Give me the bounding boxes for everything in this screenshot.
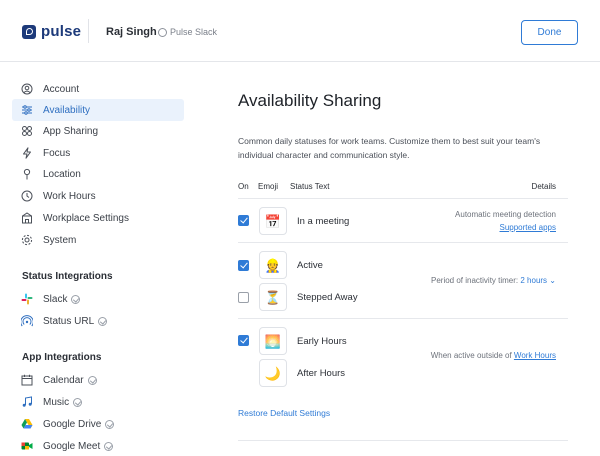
early-hours-status-text: Early Hours <box>297 336 347 347</box>
active-emoji-picker[interactable]: 👷 <box>259 251 287 279</box>
in-a-meeting-checkbox[interactable] <box>238 215 249 226</box>
workspace-label: Pulse Slack <box>158 27 217 37</box>
app-integrations-heading: App Integrations <box>22 352 102 363</box>
slack-icon <box>21 293 33 305</box>
section-divider <box>238 440 568 441</box>
meeting-detection-label: Automatic meeting detection <box>455 210 556 219</box>
page-title: Availability Sharing <box>238 91 382 110</box>
sidebar-item-label: Music <box>43 396 70 408</box>
in-a-meeting-status-text: In a meeting <box>297 216 350 227</box>
inactivity-timer-value: 2 hours <box>520 276 548 285</box>
pin-icon <box>21 168 33 180</box>
sidebar-item-label: Google Meet <box>43 440 101 452</box>
clock-icon <box>21 190 33 202</box>
availability-panel: Availability Sharing Common daily status… <box>238 62 578 456</box>
sidebar-item-location[interactable]: Location <box>12 163 184 185</box>
restore-defaults-link[interactable]: Restore Default Settings <box>238 408 330 418</box>
google-drive-icon <box>21 418 33 430</box>
row-divider <box>238 318 568 319</box>
sidebar-item-label: Location <box>43 168 81 180</box>
apps-icon <box>21 125 33 137</box>
sidebar-item-focus[interactable]: Focus <box>12 142 184 164</box>
sidebar-item-calendar[interactable]: Calendar <box>12 369 184 391</box>
sidebar-item-label: Work Hours <box>43 190 96 202</box>
connected-check-icon <box>87 375 97 385</box>
gear-icon <box>21 234 33 246</box>
top-header: pulse Raj Singh Pulse Slack Done <box>0 0 600 62</box>
page-description: Common daily statuses for work teams. Cu… <box>238 136 541 160</box>
stepped-away-status-text: Stepped Away <box>297 292 358 303</box>
sidebar-item-label: Slack <box>43 293 68 305</box>
connected-check-icon <box>105 419 115 429</box>
sidebar-item-label: Calendar <box>43 374 84 386</box>
building-icon <box>21 212 33 224</box>
pulse-logo-icon <box>22 24 36 39</box>
calendar-icon <box>21 374 33 386</box>
sidebar-item-label: System <box>43 234 77 246</box>
google-meet-icon <box>21 440 33 452</box>
inactivity-timer: Period of inactivity timer: 2 hours ⌄ <box>431 276 556 285</box>
connected-check-icon <box>73 397 83 407</box>
connected-check-icon <box>98 316 108 326</box>
column-details: Details <box>531 182 556 191</box>
workspace-icon <box>158 27 167 37</box>
sidebar-item-work-hours[interactable]: Work Hours <box>12 185 184 207</box>
sidebar-item-label: Account <box>43 83 80 95</box>
inactivity-timer-dropdown[interactable]: 2 hours ⌄ <box>520 276 556 285</box>
stepped-away-checkbox[interactable] <box>238 292 249 303</box>
workspace-name: Pulse Slack <box>170 27 218 37</box>
in-a-meeting-emoji-picker[interactable]: 📅 <box>259 207 287 235</box>
settings-sidebar: Account Availability App Sharing Focus L… <box>0 62 200 456</box>
sidebar-item-label: Availability <box>43 104 91 116</box>
sidebar-item-availability[interactable]: Availability <box>12 99 184 121</box>
sidebar-item-label: Google Drive <box>43 418 102 430</box>
sidebar-item-account[interactable]: Account <box>12 78 184 100</box>
inactivity-timer-label: Period of inactivity timer: <box>431 276 519 285</box>
connected-check-icon <box>71 294 81 304</box>
work-hours-link[interactable]: Work Hours <box>514 351 556 360</box>
sidebar-item-label: Focus <box>43 147 71 159</box>
work-hours-detail-label: When active outside of <box>430 351 512 360</box>
stepped-away-emoji-picker[interactable]: ⏳ <box>259 283 287 311</box>
active-checkbox[interactable] <box>238 260 249 271</box>
row-divider <box>238 198 568 199</box>
header-divider <box>88 19 89 43</box>
sidebar-item-label: App Sharing <box>43 125 99 137</box>
early-hours-checkbox[interactable] <box>238 335 249 346</box>
column-emoji: Emoji <box>258 182 279 191</box>
connected-check-icon <box>104 441 114 451</box>
user-circle-icon <box>21 83 33 95</box>
done-button[interactable]: Done <box>521 20 578 45</box>
brand-name: pulse <box>41 23 82 40</box>
after-hours-status-text: After Hours <box>297 368 346 379</box>
column-on: On <box>238 182 249 191</box>
lightning-icon <box>21 147 33 159</box>
sliders-icon <box>21 104 33 116</box>
active-status-text: Active <box>297 260 323 271</box>
sidebar-item-label: Status URL <box>43 315 95 327</box>
column-status-text: Status Text <box>290 182 330 191</box>
sidebar-item-google-drive[interactable]: Google Drive <box>12 413 184 435</box>
sidebar-item-slack[interactable]: Slack <box>12 288 184 310</box>
pulse-logo: pulse <box>22 23 81 40</box>
row-divider <box>238 242 568 243</box>
user-name: Raj Singh <box>106 26 157 38</box>
work-hours-detail: When active outside of Work Hours <box>431 351 556 360</box>
sidebar-item-app-sharing[interactable]: App Sharing <box>12 120 184 142</box>
sidebar-item-music[interactable]: Music <box>12 391 184 413</box>
broadcast-icon <box>21 315 33 327</box>
sidebar-item-google-meet[interactable]: Google Meet <box>12 435 184 456</box>
supported-apps-link[interactable]: Supported apps <box>500 223 557 232</box>
sidebar-item-status-url[interactable]: Status URL <box>12 310 184 332</box>
status-integrations-heading: Status Integrations <box>22 271 113 282</box>
sidebar-item-label: Workplace Settings <box>43 212 129 224</box>
sidebar-item-workplace-settings[interactable]: Workplace Settings <box>12 207 184 229</box>
after-hours-emoji-picker[interactable]: 🌙 <box>259 359 287 387</box>
music-icon <box>21 396 33 408</box>
chevron-down-icon: ⌄ <box>549 276 556 285</box>
sidebar-item-system[interactable]: System <box>12 229 184 251</box>
early-hours-emoji-picker[interactable]: 🌅 <box>259 327 287 355</box>
